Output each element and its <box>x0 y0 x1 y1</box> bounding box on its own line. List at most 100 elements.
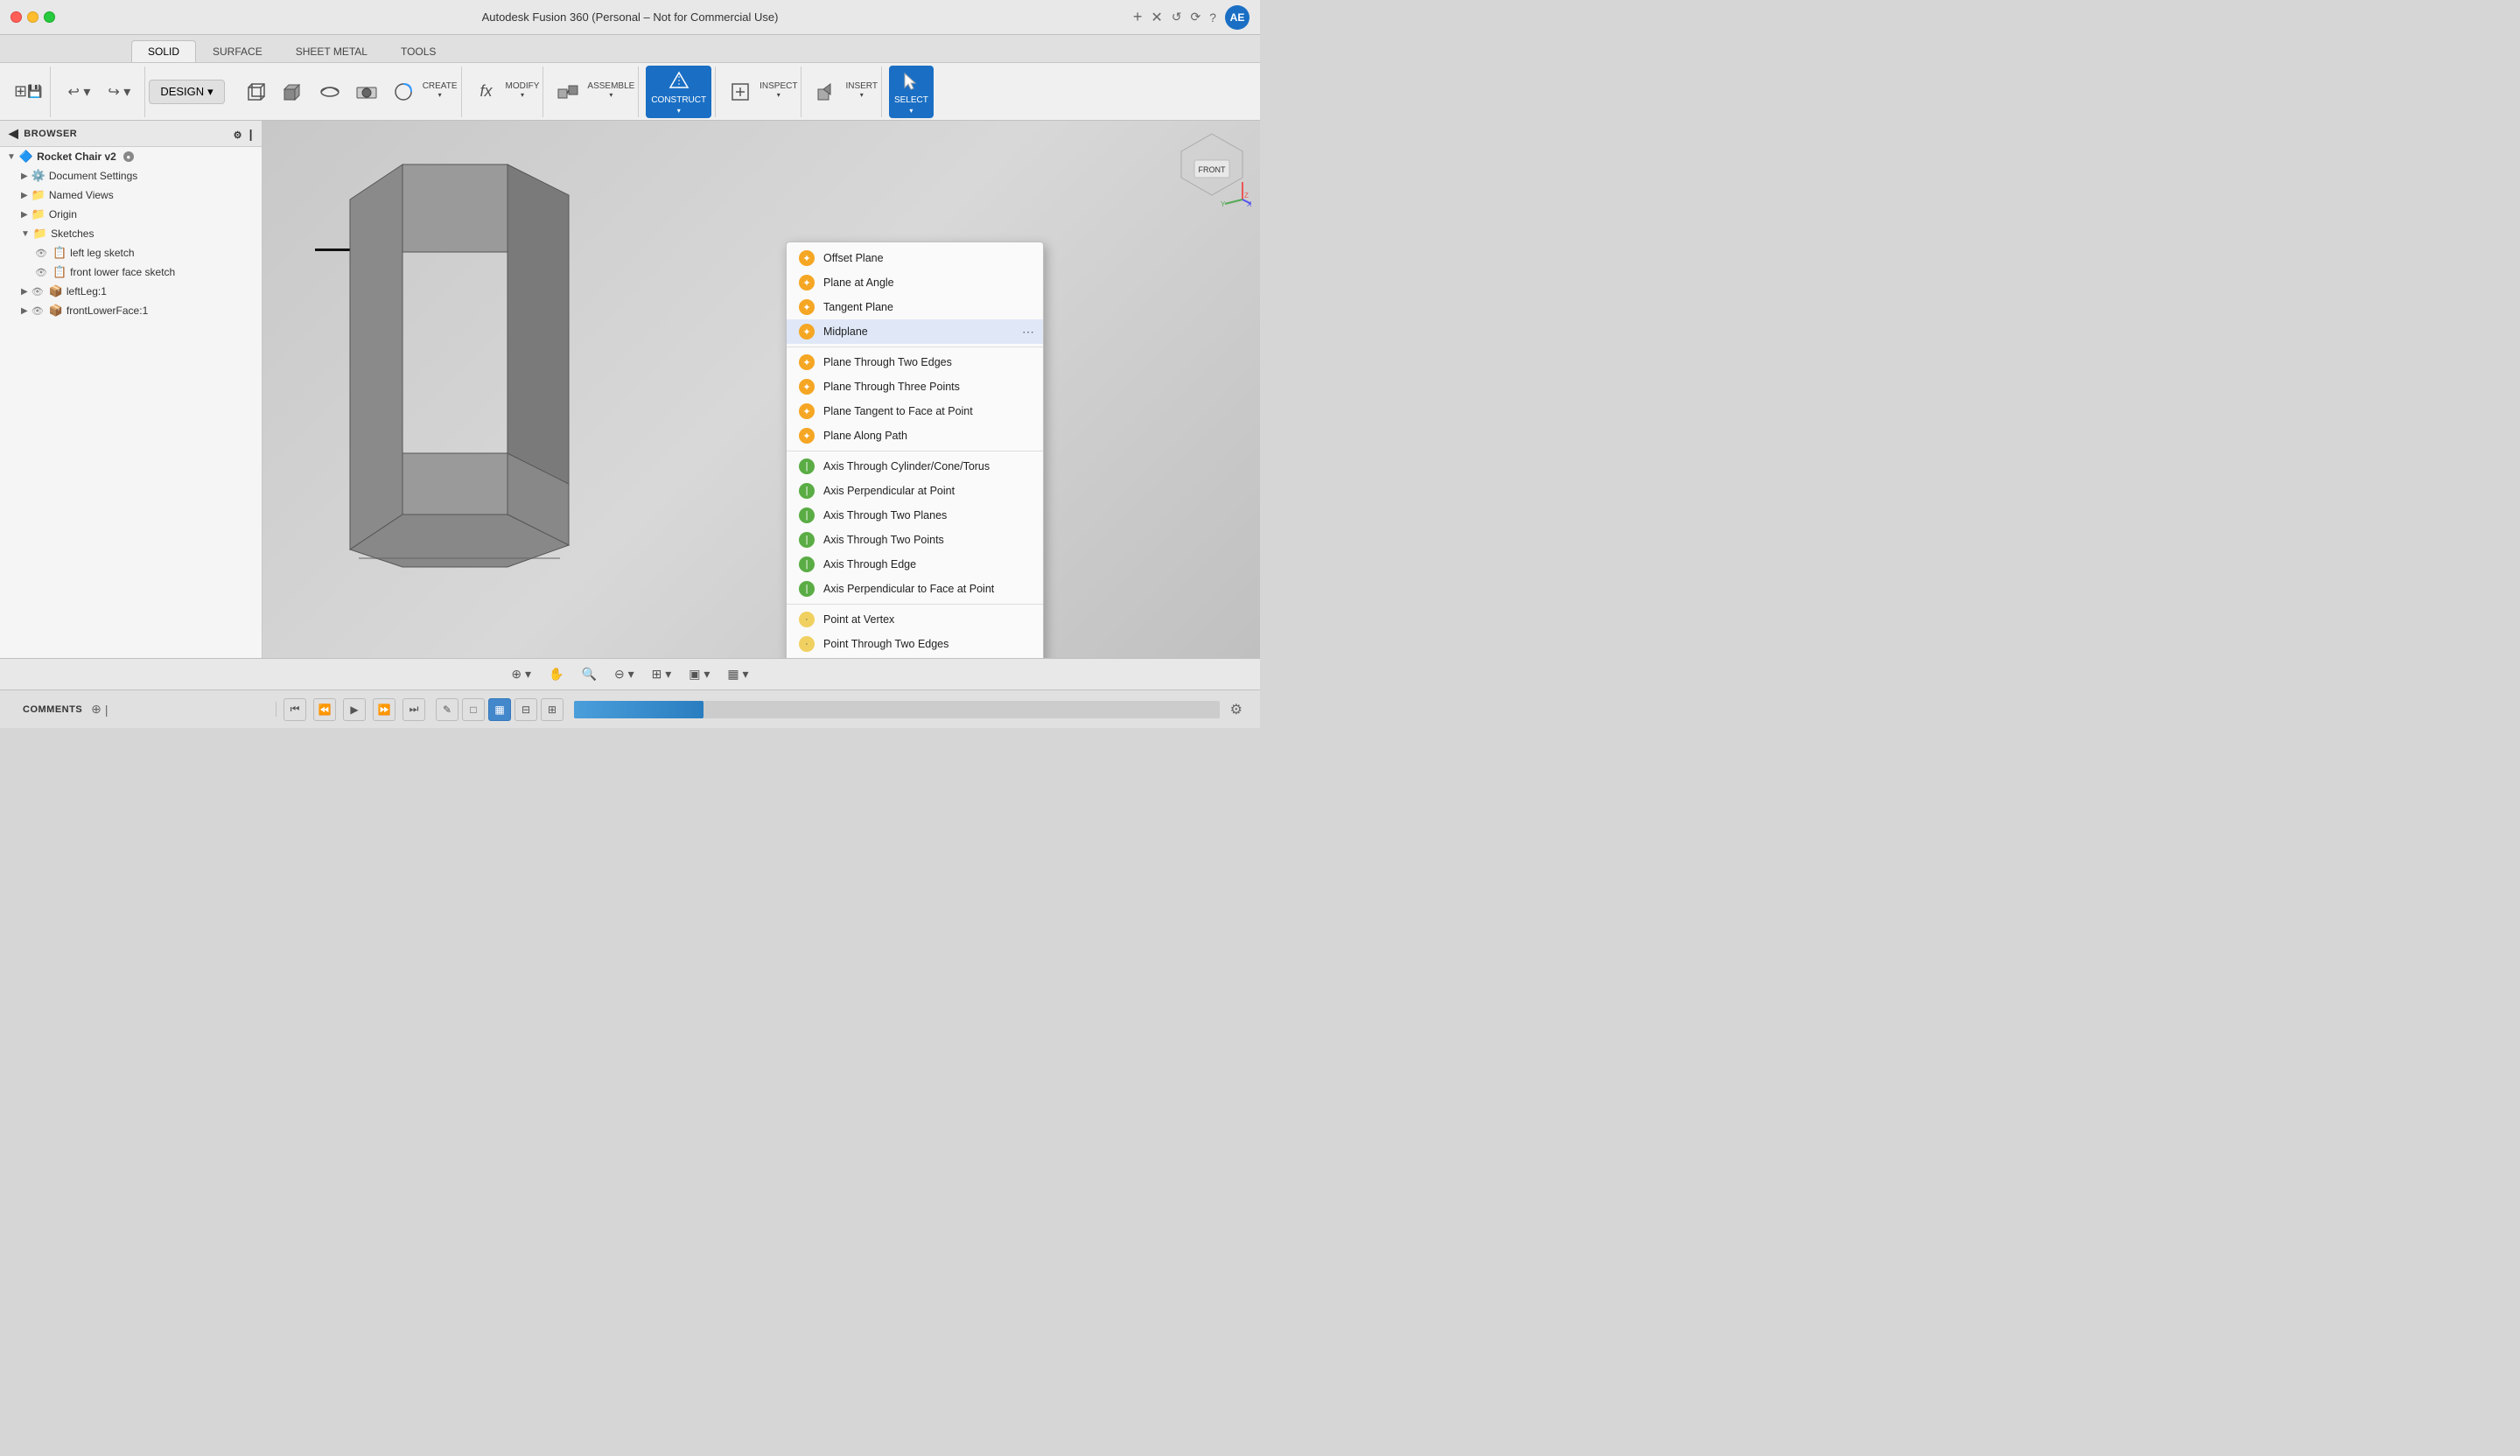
user-avatar[interactable]: AE <box>1225 5 1250 30</box>
create-box-button[interactable] <box>239 76 274 108</box>
menu-item-plane-at-angle[interactable]: ✦ Plane at Angle <box>787 270 1043 295</box>
close-tab-button[interactable]: ✕ <box>1151 9 1162 26</box>
menu-item-axis-two-points[interactable]: | Axis Through Two Points <box>787 528 1043 552</box>
chevron-left-leg[interactable]: ▶ <box>21 287 28 297</box>
modify-label-area: MODIFY ▾ <box>506 81 540 102</box>
anim-skip-start-button[interactable]: ⏮ <box>284 698 306 721</box>
menu-item-plane-tangent-face[interactable]: ✦ Plane Tangent to Face at Point <box>787 399 1043 424</box>
assemble-icon <box>556 80 580 104</box>
tab-solid[interactable]: SOLID <box>131 40 196 62</box>
comments-resize-icon[interactable]: | <box>105 703 108 717</box>
tree-item-front-lower-face-sketch[interactable]: 👁 📋 front lower face sketch <box>0 262 262 282</box>
more-mode-button[interactable]: ⊞ <box>541 698 564 721</box>
sidebar-collapse-icon[interactable]: ◀ <box>9 126 18 141</box>
tree-item-left-leg-sketch[interactable]: 👁 📋 left leg sketch <box>0 243 262 262</box>
orbit-button[interactable]: ✋ <box>543 664 569 684</box>
create-extrude-button[interactable] <box>276 76 311 108</box>
eye-icon-front-lower-face[interactable]: 👁 <box>32 305 44 317</box>
sketch-mode-button[interactable]: ✎ <box>436 698 458 721</box>
chevron-doc-settings[interactable]: ▶ <box>21 172 28 181</box>
midplane-more-icon[interactable]: ⋯ <box>1022 325 1034 340</box>
tree-item-document-settings[interactable]: ▶ ⚙️ Document Settings <box>0 166 262 186</box>
inspect-label: INSPECT <box>760 81 797 91</box>
menu-item-axis-edge[interactable]: | Axis Through Edge <box>787 552 1043 577</box>
inspect-button[interactable] <box>723 76 758 108</box>
display-mode-button[interactable]: ▣ ▾ <box>683 664 715 684</box>
tree-item-root[interactable]: ▼ 🔷 Rocket Chair v2 ● <box>0 147 262 166</box>
minimize-window-button[interactable] <box>27 11 38 23</box>
menu-item-tangent-plane[interactable]: ✦ Tangent Plane <box>787 295 1043 319</box>
timeline-settings-button[interactable]: ⚙ <box>1227 697 1246 722</box>
new-tab-button[interactable]: + <box>1133 8 1143 26</box>
create-hole-button[interactable] <box>349 76 384 108</box>
tree-item-origin[interactable]: ▶ 📁 Origin <box>0 205 262 224</box>
redo-button[interactable]: ↪ ▾ <box>101 80 137 104</box>
fx-button[interactable]: fx <box>469 76 504 108</box>
eye-icon-left-leg[interactable]: 👁 <box>35 248 47 259</box>
maximize-window-button[interactable] <box>44 11 55 23</box>
chevron-root[interactable]: ▼ <box>7 152 16 162</box>
menu-item-plane-two-edges[interactable]: ✦ Plane Through Two Edges <box>787 350 1043 374</box>
menu-item-plane-three-points[interactable]: ✦ Plane Through Three Points <box>787 374 1043 399</box>
browser-settings-icon[interactable]: ⚙ <box>234 130 242 141</box>
design-dropdown-button[interactable]: DESIGN ▾ <box>149 80 224 104</box>
construct-button[interactable]: CONSTRUCT ▾ <box>646 66 711 118</box>
tree-item-sketches[interactable]: ▼ 📁 Sketches <box>0 224 262 243</box>
extrude-anim-button[interactable]: □ <box>462 698 485 721</box>
insert-button[interactable] <box>808 76 844 108</box>
timeline-view-button[interactable]: ▦ <box>488 698 511 721</box>
section-button[interactable]: ⊟ <box>514 698 537 721</box>
undo-button[interactable]: ↩ ▾ <box>61 80 98 104</box>
chevron-sketches[interactable]: ▼ <box>21 229 30 239</box>
anim-skip-end-button[interactable]: ⏭ <box>402 698 425 721</box>
separator-2 <box>787 451 1043 452</box>
extrude-icon <box>281 80 305 104</box>
nav-back-icon[interactable]: ↺ <box>1172 10 1182 24</box>
tree-item-front-lower-face[interactable]: ▶ 👁 📦 frontLowerFace:1 <box>0 301 262 320</box>
save-button[interactable]: 💾 <box>27 84 42 99</box>
zoom-button[interactable]: 🔍 <box>577 664 602 684</box>
menu-item-point-two-edges[interactable]: · Point Through Two Edges <box>787 632 1043 656</box>
grid-button[interactable]: ▦ ▾ <box>722 664 753 684</box>
create-more-button[interactable] <box>386 76 421 108</box>
view-mode-button[interactable]: ⊞ ▾ <box>647 664 677 684</box>
menu-item-axis-two-planes[interactable]: | Axis Through Two Planes <box>787 503 1043 528</box>
tree-item-named-views[interactable]: ▶ 📁 Named Views <box>0 186 262 205</box>
help-icon[interactable]: ? <box>1209 10 1216 24</box>
tree-item-left-leg[interactable]: ▶ 👁 📦 leftLeg:1 <box>0 282 262 301</box>
menu-item-point-vertex[interactable]: · Point at Vertex <box>787 607 1043 632</box>
menu-item-axis-perp-point[interactable]: | Axis Perpendicular at Point <box>787 479 1043 503</box>
timeline-track[interactable] <box>574 701 1220 718</box>
eye-icon-front-lower[interactable]: 👁 <box>35 267 47 278</box>
sync-icon[interactable]: ⟳ <box>1190 10 1200 24</box>
eye-icon-left-leg-body[interactable]: 👁 <box>32 286 44 298</box>
menu-item-point-three-planes[interactable]: · Point Through Three Planes <box>787 656 1043 658</box>
anim-prev-button[interactable]: ⏪ <box>313 698 336 721</box>
menu-item-offset-plane[interactable]: ✦ Offset Plane <box>787 246 1043 270</box>
chevron-origin[interactable]: ▶ <box>21 210 28 220</box>
close-window-button[interactable] <box>10 11 22 23</box>
view-cube[interactable]: FRONT Z Y X <box>1172 130 1251 208</box>
chevron-named-views[interactable]: ▶ <box>21 191 28 200</box>
app-grid-button[interactable]: ⊞ <box>14 82 27 101</box>
tab-tools[interactable]: TOOLS <box>384 40 452 62</box>
anim-play-button[interactable]: ▶ <box>343 698 366 721</box>
chevron-front-lower-face[interactable]: ▶ <box>21 306 28 316</box>
zoom-out-button[interactable]: ⊖ ▾ <box>609 664 640 684</box>
menu-item-midplane[interactable]: ✦ Midplane ⋯ <box>787 319 1043 344</box>
create-revolve-button[interactable] <box>312 76 347 108</box>
menu-item-axis-cylinder[interactable]: | Axis Through Cylinder/Cone/Torus <box>787 454 1043 479</box>
snap-button[interactable]: ⊕ ▾ <box>506 664 536 684</box>
comments-expand-icon[interactable]: ⊕ <box>91 702 102 717</box>
select-button[interactable]: SELECT ▾ <box>889 66 934 118</box>
menu-item-plane-along-path[interactable]: ✦ Plane Along Path <box>787 424 1043 448</box>
menu-item-axis-perp-face[interactable]: | Axis Perpendicular to Face at Point <box>787 577 1043 601</box>
tab-sheet-metal[interactable]: SHEET METAL <box>279 40 384 62</box>
fillet-icon <box>391 80 416 104</box>
browser-resize-icon[interactable]: | <box>249 127 253 141</box>
svg-text:X: X <box>1247 200 1251 208</box>
assemble-button[interactable] <box>550 76 585 108</box>
anim-next-button[interactable]: ⏩ <box>373 698 396 721</box>
tab-surface[interactable]: SURFACE <box>196 40 279 62</box>
viewport-3d[interactable]: FRONT Z Y X ✦ Offset Plane ✦ Plane at An… <box>262 121 1260 658</box>
